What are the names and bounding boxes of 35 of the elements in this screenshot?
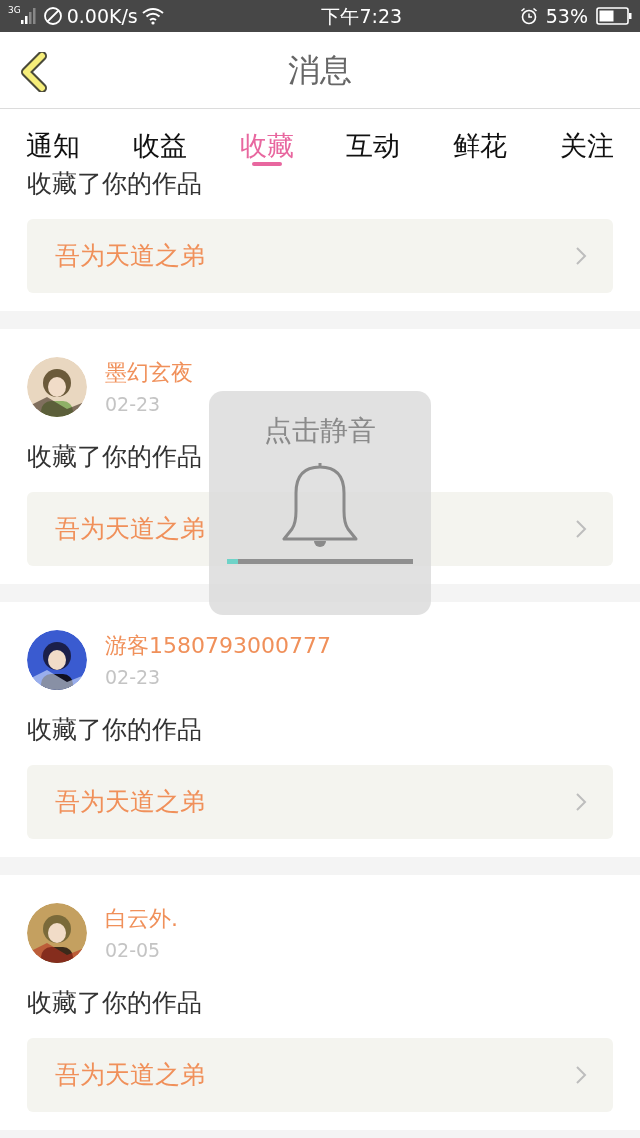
tab[interactable]: 收藏	[239, 109, 294, 170]
chevron-right-icon	[575, 1065, 587, 1085]
page-title: 消息	[288, 50, 352, 91]
chevron-right-icon	[575, 792, 587, 812]
message-date: 02-05	[105, 938, 162, 963]
volume-track[interactable]	[227, 559, 413, 564]
battery-percent: 53%	[545, 3, 588, 29]
tab[interactable]: 鲜花	[453, 109, 508, 170]
network-speed: 0.00K/s	[66, 3, 138, 29]
clock: 下午7:23	[321, 3, 403, 29]
message-text: 收藏了你的作品	[27, 442, 202, 471]
book-link[interactable]: 吾为天道之弟	[27, 219, 613, 293]
chevron-right-icon	[575, 519, 587, 539]
battery-icon	[596, 7, 632, 25]
message-text: 收藏了你的作品	[27, 988, 202, 1017]
do-not-disturb-icon	[42, 6, 63, 26]
user-name[interactable]: 墨幻玄夜	[105, 359, 193, 387]
message-text: 收藏了你的作品	[27, 715, 202, 744]
chevron-right-icon	[575, 246, 587, 266]
network-type: 3G	[8, 6, 21, 15]
book-link[interactable]: 吾为天道之弟	[27, 1038, 613, 1112]
tab[interactable]: 通知	[26, 109, 80, 170]
message-date: 02-23	[105, 665, 162, 690]
message-text: 收藏了你的作品	[27, 169, 202, 198]
message-date: 02-23	[105, 392, 162, 417]
user-name[interactable]: 白云外.	[105, 905, 178, 933]
signal-icon	[20, 8, 37, 24]
tab[interactable]: 收益	[132, 109, 187, 170]
tab[interactable]: 关注	[560, 109, 614, 170]
wifi-icon	[141, 7, 164, 25]
book-link[interactable]: 吾为天道之弟	[27, 765, 613, 839]
mute-prompt[interactable]: 点击静音	[264, 413, 376, 449]
alarm-icon	[519, 7, 538, 25]
tab[interactable]: 互动	[346, 109, 401, 170]
user-name[interactable]: 游客1580793000777	[105, 632, 331, 660]
